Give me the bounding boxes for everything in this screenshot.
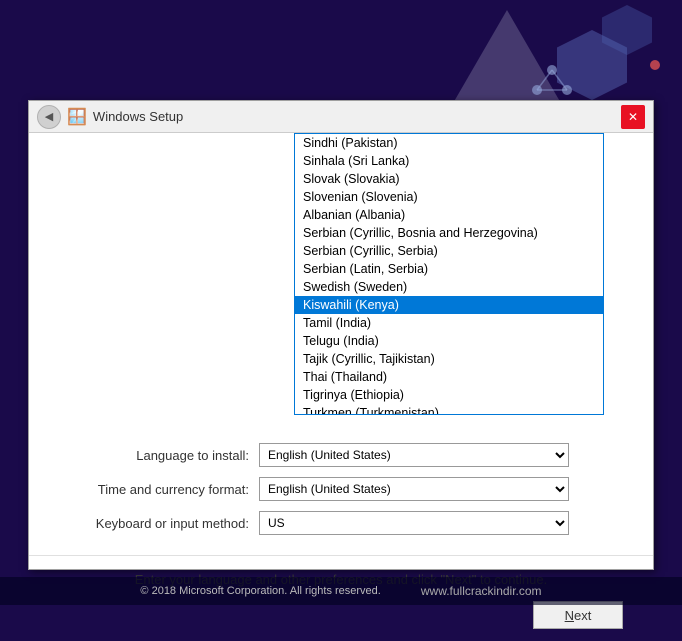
language-item[interactable]: Tajik (Cyrillic, Tajikistan): [295, 350, 603, 368]
close-button[interactable]: ✕: [621, 105, 645, 129]
copyright-bar: © 2018 Microsoft Corporation. All rights…: [0, 577, 682, 605]
time-row: Time and currency format: English (Unite…: [59, 477, 623, 501]
next-label-rest: ext: [574, 608, 591, 623]
bg-triangle: [452, 10, 562, 105]
language-select[interactable]: English (United States): [259, 443, 569, 467]
next-button[interactable]: Next: [533, 601, 623, 629]
language-item[interactable]: Serbian (Cyrillic, Serbia): [295, 242, 603, 260]
language-item[interactable]: Serbian (Cyrillic, Bosnia and Herzegovin…: [295, 224, 603, 242]
next-underline: Next: [565, 608, 592, 623]
language-item[interactable]: Swedish (Sweden): [295, 278, 603, 296]
language-item[interactable]: Slovak (Slovakia): [295, 170, 603, 188]
language-item[interactable]: Kiswahili (Kenya): [295, 296, 603, 314]
language-item[interactable]: Sinhala (Sri Lanka): [295, 152, 603, 170]
language-list-dropdown[interactable]: Sindhi (Pakistan)Sinhala (Sri Lanka)Slov…: [294, 133, 604, 415]
bg-dot: [650, 60, 660, 70]
time-label: Time and currency format:: [59, 482, 259, 497]
language-label: Language to install:: [59, 448, 259, 463]
keyboard-select[interactable]: US: [259, 511, 569, 535]
keyboard-row: Keyboard or input method: US: [59, 511, 623, 535]
language-row: Language to install: English (United Sta…: [59, 443, 623, 467]
next-underline-char: N: [565, 608, 574, 623]
watermark-text: www.fullcrackindir.com: [421, 584, 542, 598]
language-item[interactable]: Tamil (India): [295, 314, 603, 332]
title-bar-left: ◀ 🪟 Windows Setup: [37, 105, 183, 129]
back-button[interactable]: ◀: [37, 105, 61, 129]
windows-setup-dialog: ◀ 🪟 Windows Setup ✕ Sindhi (Pakistan)Sin…: [28, 100, 654, 570]
bg-hexagon-small: [602, 5, 652, 55]
title-bar: ◀ 🪟 Windows Setup ✕: [29, 101, 653, 133]
windows-logo-icon: 🪟: [67, 107, 87, 127]
language-item[interactable]: Sindhi (Pakistan): [295, 134, 603, 152]
language-item[interactable]: Thai (Thailand): [295, 368, 603, 386]
form-rows: Language to install: English (United Sta…: [59, 443, 623, 545]
dialog-content: Sindhi (Pakistan)Sinhala (Sri Lanka)Slov…: [29, 133, 653, 569]
language-item[interactable]: Telugu (India): [295, 332, 603, 350]
language-item[interactable]: Turkmen (Turkmenistan): [295, 404, 603, 414]
bg-hexagon: [557, 30, 627, 100]
dialog-title: Windows Setup: [93, 109, 183, 124]
keyboard-label: Keyboard or input method:: [59, 516, 259, 531]
language-item[interactable]: Albanian (Albania): [295, 206, 603, 224]
language-item[interactable]: Tigrinya (Ethiopia): [295, 386, 603, 404]
language-item[interactable]: Slovenian (Slovenia): [295, 188, 603, 206]
language-item[interactable]: Serbian (Latin, Serbia): [295, 260, 603, 278]
copyright-text: © 2018 Microsoft Corporation. All rights…: [140, 585, 380, 597]
form-area: Sindhi (Pakistan)Sinhala (Sri Lanka)Slov…: [29, 133, 653, 555]
time-select[interactable]: English (United States): [259, 477, 569, 501]
language-list[interactable]: Sindhi (Pakistan)Sinhala (Sri Lanka)Slov…: [295, 134, 603, 414]
